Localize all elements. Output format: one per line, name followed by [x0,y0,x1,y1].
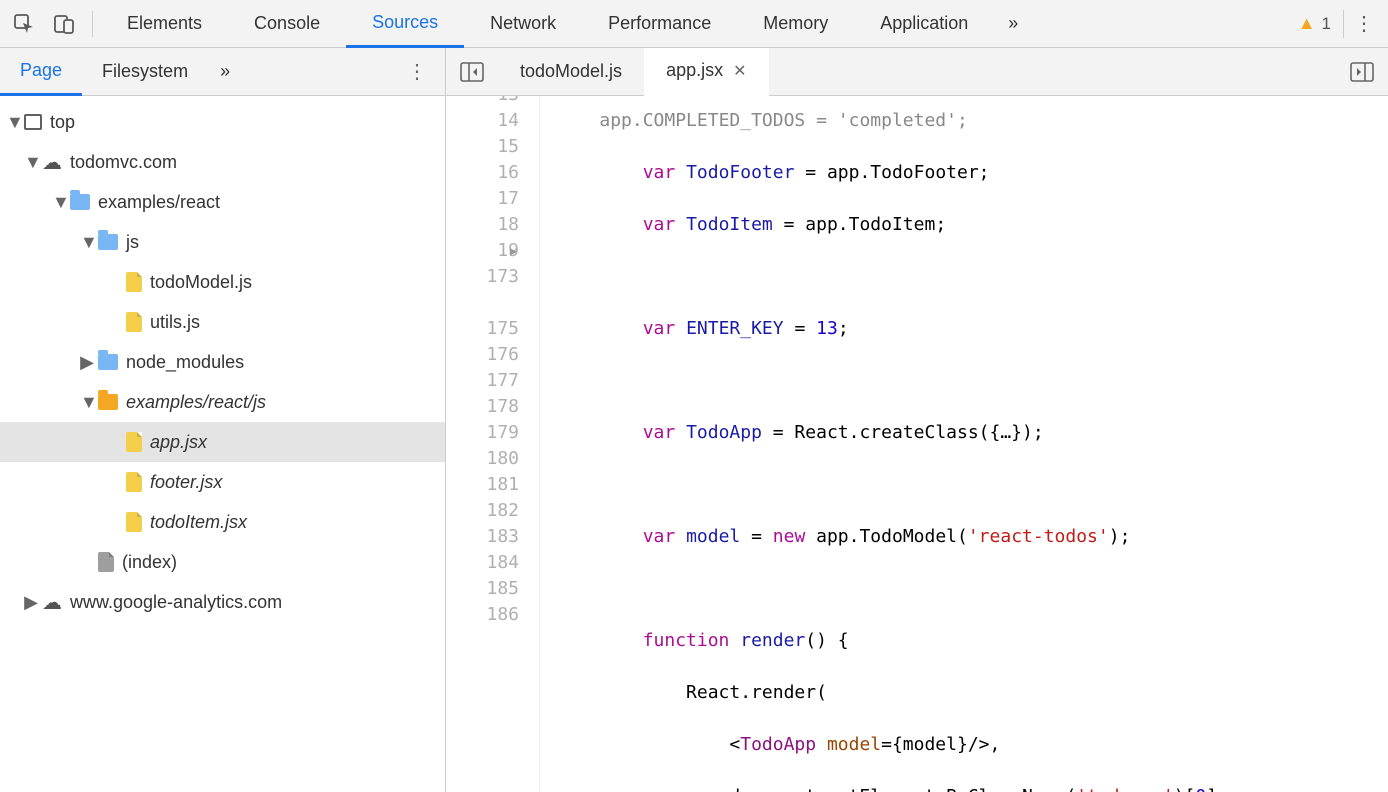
disclosure-triangle-icon: ▼ [24,152,38,173]
settings-menu-icon[interactable]: ⋮ [1344,11,1384,36]
tree-label: todoItem.jsx [150,512,247,533]
tree-folder-examples-react[interactable]: ▼ examples/react [0,182,445,222]
more-navigator-tabs-icon[interactable]: » [208,61,242,82]
file-icon [126,432,142,452]
tree-file-footer-jsx[interactable]: footer.jsx [0,462,445,502]
tree-file-app-jsx[interactable]: app.jsx [0,422,445,462]
file-icon [126,312,142,332]
disclosure-triangle-icon: ▼ [6,112,20,133]
navigator-tabs: Page Filesystem » ⋮ [0,48,445,96]
disclosure-triangle-icon: ▶ [24,592,38,613]
folder-icon [98,354,118,370]
navigator-tab-filesystem[interactable]: Filesystem [82,48,208,96]
editor-pane: todoModel.js app.jsx ✕ 13141516171819▶17… [446,48,1388,792]
tree-folder-node-modules[interactable]: ▶ node_modules [0,342,445,382]
code-content[interactable]: app.COMPLETED_TODOS = 'completed'; var T… [540,96,1388,792]
tab-memory[interactable]: Memory [737,0,854,48]
tab-network[interactable]: Network [464,0,582,48]
tab-application[interactable]: Application [854,0,994,48]
inspect-element-icon[interactable] [4,0,44,48]
file-tabs: todoModel.js app.jsx ✕ [446,48,1388,96]
divider [92,11,93,37]
disclosure-triangle-icon: ▶ [80,352,94,373]
folder-icon [98,394,118,410]
frame-icon [24,114,42,130]
toggle-navigator-icon[interactable] [446,62,498,82]
devtools-main-tabs: Elements Console Sources Network Perform… [0,0,1388,48]
tree-frame-top[interactable]: ▼ top [0,102,445,142]
tree-label: app.jsx [150,432,207,453]
tab-console[interactable]: Console [228,0,346,48]
disclosure-triangle-icon: ▼ [52,192,66,213]
tree-label: (index) [122,552,177,573]
tree-folder-js[interactable]: ▼ js [0,222,445,262]
tree-label: examples/react [98,192,220,213]
tree-label: examples/react/js [126,392,266,413]
tree-folder-examples-react-js[interactable]: ▼ examples/react/js [0,382,445,422]
file-icon [126,472,142,492]
tab-sources[interactable]: Sources [346,0,464,48]
file-icon [126,512,142,532]
tree-label: top [50,112,75,133]
file-tab-todomodel[interactable]: todoModel.js [498,48,644,96]
device-toolbar-icon[interactable] [44,0,84,48]
tree-file-todoitem-jsx[interactable]: todoItem.jsx [0,502,445,542]
tree-label: utils.js [150,312,200,333]
cloud-icon: ☁ [42,590,62,615]
code-editor[interactable]: 13141516171819▶1731741751761771781791801… [446,96,1388,792]
toggle-debugger-icon[interactable] [1336,62,1388,82]
warning-icon: ▲ [1298,13,1316,34]
tree-domain-ga[interactable]: ▶ ☁ www.google-analytics.com [0,582,445,622]
disclosure-triangle-icon: ▼ [80,232,94,253]
tree-label: js [126,232,139,253]
navigator-menu-icon[interactable]: ⋮ [389,59,445,84]
sources-workspace: Page Filesystem » ⋮ ▼ top ▼ ☁ todomvc.co… [0,48,1388,792]
tree-domain-todomvc[interactable]: ▼ ☁ todomvc.com [0,142,445,182]
warnings-count: 1 [1322,14,1331,34]
disclosure-triangle-icon: ▼ [80,392,94,413]
tree-label: footer.jsx [150,472,222,493]
file-tab-label: todoModel.js [520,61,622,82]
file-icon [98,552,114,572]
file-tab-label: app.jsx [666,60,723,81]
tab-performance[interactable]: Performance [582,0,737,48]
tree-label: todoModel.js [150,272,252,293]
file-icon [126,272,142,292]
cloud-icon: ☁ [42,150,62,175]
fold-icon[interactable]: ▶ [510,238,517,264]
tree-label: www.google-analytics.com [70,592,282,613]
tree-file-utils[interactable]: utils.js [0,302,445,342]
tree-file-index[interactable]: (index) [0,542,445,582]
tree-label: todomvc.com [70,152,177,173]
file-tree: ▼ top ▼ ☁ todomvc.com ▼ examples/react ▼… [0,96,445,792]
navigator-tab-page[interactable]: Page [0,48,82,96]
close-tab-icon[interactable]: ✕ [733,61,746,81]
warnings-indicator[interactable]: ▲ 1 [1286,10,1344,38]
tree-file-todomodel[interactable]: todoModel.js [0,262,445,302]
file-tab-app-jsx[interactable]: app.jsx ✕ [644,48,768,96]
folder-icon [70,194,90,210]
navigator-sidebar: Page Filesystem » ⋮ ▼ top ▼ ☁ todomvc.co… [0,48,446,792]
folder-icon [98,234,118,250]
tab-elements[interactable]: Elements [101,0,228,48]
line-gutter[interactable]: 13141516171819▶1731741751761771781791801… [446,96,540,792]
more-tabs-icon[interactable]: » [994,0,1032,48]
tree-label: node_modules [126,352,244,373]
